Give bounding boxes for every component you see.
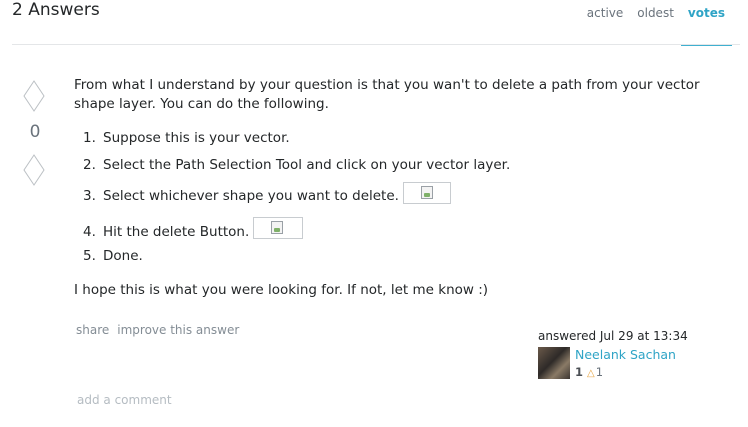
step-number: 4. [83, 223, 96, 240]
user-name-link[interactable]: Neelank Sachan [575, 347, 676, 362]
sort-tabs: active oldest votes [580, 4, 732, 46]
step-number: 2. [83, 157, 96, 173]
tab-votes[interactable]: votes [680, 4, 732, 46]
improve-answer-link[interactable]: improve this answer [117, 323, 239, 337]
step-text: Hit the delete Button. [103, 223, 250, 240]
answer-outro: I hope this is what you were looking for… [74, 282, 489, 298]
step-number: 1. [83, 130, 96, 146]
avatar[interactable] [538, 347, 570, 379]
answered-timestamp: answered Jul 29 at 13:34 [538, 329, 688, 343]
step-text: Select the Path Selection Tool and click… [103, 157, 511, 173]
list-item: 4. Hit the delete Button. [74, 217, 734, 244]
vote-count: 0 [29, 122, 41, 142]
tab-oldest[interactable]: oldest [630, 4, 681, 46]
post-menu: share improve this answer [76, 323, 247, 337]
bronze-badge-icon: △ [587, 368, 595, 379]
add-comment-link[interactable]: add a comment [77, 393, 172, 407]
upvote-arrow-icon[interactable] [22, 80, 46, 112]
header-divider [12, 44, 740, 45]
step-text: Done. [103, 248, 143, 264]
step-number: 3. [83, 187, 96, 204]
downvote-arrow-icon[interactable] [22, 154, 46, 186]
step-number: 5. [83, 248, 96, 264]
steps-list: 1. Suppose this is your vector. 2. Selec… [74, 129, 734, 266]
list-item: 1. Suppose this is your vector. [74, 129, 734, 148]
bronze-badge-count: 1 [595, 365, 604, 379]
reputation-score: 1 [575, 365, 584, 379]
user-details: Neelank Sachan 1 △1 [538, 347, 738, 381]
broken-image-icon[interactable] [253, 217, 304, 239]
step-text: Select whichever shape you want to delet… [103, 187, 399, 204]
share-link[interactable]: share [76, 323, 109, 337]
list-item: 3. Select whichever shape you want to de… [74, 182, 734, 208]
tab-active[interactable]: active [580, 4, 630, 46]
list-item: 5. Done. [74, 247, 734, 266]
step-text: Suppose this is your vector. [103, 130, 290, 146]
answer-body: From what I understand by your question … [74, 76, 734, 300]
user-reputation: 1 △1 [575, 365, 603, 379]
answer-intro: From what I understand by your question … [74, 77, 700, 112]
user-info-card: answered Jul 29 at 13:34 Neelank Sachan … [538, 329, 738, 381]
answers-header: 2 Answers active oldest votes [0, 0, 740, 46]
broken-image-icon[interactable] [402, 182, 451, 204]
list-item: 2. Select the Path Selection Tool and cl… [74, 156, 734, 175]
answers-count-title: 2 Answers [12, 0, 100, 20]
